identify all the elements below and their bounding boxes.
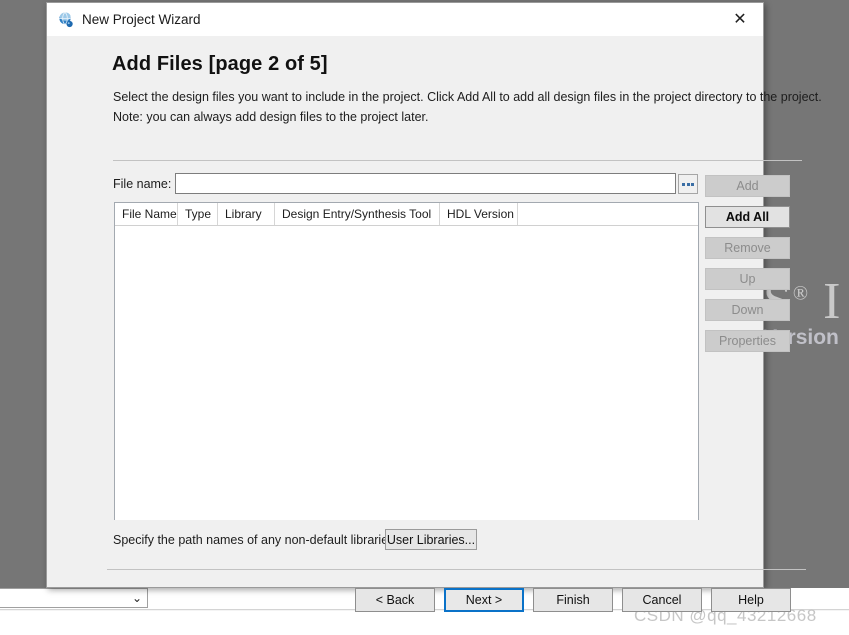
button-remove: Remove (705, 237, 790, 259)
user-libraries-label: Specify the path names of any non-defaul… (113, 533, 398, 547)
background-combobox[interactable]: ⌄ (0, 588, 148, 608)
dialog-title: New Project Wizard (82, 12, 201, 27)
nav-button-cancel[interactable]: Cancel (622, 588, 702, 612)
bottom-divider (107, 569, 806, 570)
file-list-header: File Name Type Library Design Entry/Synthes… (115, 203, 698, 226)
button-down: Down (705, 299, 790, 321)
file-list-column-header[interactable]: HDL Version (440, 203, 518, 225)
description-line-2: Note: you can always add design files to… (113, 110, 429, 124)
product-watermark-tail: I (823, 273, 842, 330)
file-list-column-header[interactable] (518, 203, 698, 225)
file-list-panel[interactable]: File Name Type Library Design Entry/Synthes… (114, 202, 699, 520)
file-name-input[interactable] (175, 173, 676, 194)
close-icon[interactable]: ✕ (717, 3, 763, 35)
dialog-titlebar: New Project Wizard ✕ (47, 3, 763, 36)
page-title: Add Files [page 2 of 5] (112, 53, 328, 75)
description-line-1: Select the design files you want to incl… (113, 90, 822, 104)
registered-trademark-icon: ® (792, 282, 810, 305)
nav-button-finish[interactable]: Finish (533, 588, 613, 612)
nav-button-back[interactable]: < Back (355, 588, 435, 612)
button-add-all[interactable]: Add All (705, 206, 790, 228)
dialog-body: Add Files [page 2 of 5] Select the desig… (47, 36, 822, 612)
file-list-column-header[interactable]: Type (178, 203, 218, 225)
wizard-navigation-buttons: < Back Next > Finish Cancel Help (355, 588, 800, 612)
file-name-label: File name: (113, 177, 172, 191)
new-project-wizard-dialog: New Project Wizard ✕ Add Files [page 2 o… (46, 2, 822, 612)
chevron-down-icon: ⌄ (131, 591, 142, 605)
file-list-rows[interactable] (115, 226, 698, 520)
browse-files-button[interactable] (678, 174, 698, 194)
browse-dot-icon (691, 182, 694, 186)
file-list-column-header[interactable]: File Name (115, 203, 178, 225)
browse-dot-icon (686, 182, 690, 186)
nav-button-help[interactable]: Help (711, 588, 791, 612)
nav-button-next[interactable]: Next > (444, 588, 524, 612)
quartus-globe-icon (58, 12, 74, 28)
top-divider (113, 160, 802, 161)
browse-dot-icon (682, 182, 685, 186)
file-list-column-header[interactable]: Design Entry/Synthesis Tool (275, 203, 440, 225)
button-add: Add (705, 175, 790, 197)
button-up: Up (705, 268, 790, 290)
button-properties: Properties (705, 330, 790, 352)
file-list-column-header[interactable]: Library (218, 203, 275, 225)
file-action-button-group: Add Add All Remove Up Down Properties (705, 175, 790, 361)
user-libraries-button[interactable]: User Libraries... (385, 529, 477, 550)
